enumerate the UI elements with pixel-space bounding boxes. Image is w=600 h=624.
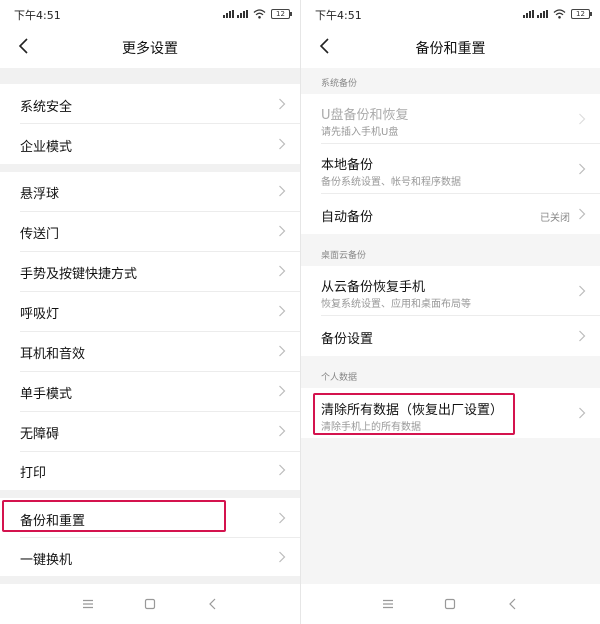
more-settings-screen: 下午4:51 12 更多设置 系统安全 企业模式 悬浮球 传送门 手势及按键快捷…	[0, 0, 300, 624]
menu-item-label: 悬浮球	[20, 187, 60, 202]
chevron-right-icon	[279, 138, 286, 150]
back-icon[interactable]	[505, 596, 521, 612]
nav-bar: 更多设置	[0, 26, 300, 68]
menu-icon[interactable]	[380, 596, 396, 612]
chevron-right-icon	[579, 208, 586, 220]
chevron-right-icon	[279, 345, 286, 357]
chevron-right-icon	[579, 330, 586, 342]
status-icons: 12	[223, 8, 292, 20]
menu-item-subtitle: 备份系统设置、帐号和程序数据	[321, 177, 461, 188]
chevron-right-icon	[279, 305, 286, 317]
menu-item-system-security[interactable]: 系统安全	[0, 84, 300, 124]
menu-item-auto-backup[interactable]: 自动备份 已关闭	[301, 194, 600, 234]
menu-item-one-hand-mode[interactable]: 单手模式	[0, 372, 300, 412]
menu-item-label: 一键换机	[20, 553, 73, 568]
wifi-icon	[553, 9, 566, 19]
signal-icon	[523, 10, 548, 18]
chevron-right-icon	[279, 265, 286, 277]
menu-item-gesture-shortcuts[interactable]: 手势及按键快捷方式	[0, 252, 300, 292]
section-header-system-backup: 系统备份	[301, 68, 600, 94]
menu-item-accessibility[interactable]: 无障碍	[0, 412, 300, 452]
status-icons: 12	[523, 8, 592, 20]
group-gap	[0, 164, 300, 172]
menu-item-label: 无障碍	[20, 427, 60, 442]
signal-icon	[223, 10, 248, 18]
highlight-box	[313, 393, 515, 435]
battery-icon: 12	[271, 9, 292, 19]
back-icon[interactable]	[205, 596, 221, 612]
group-gap	[0, 68, 300, 84]
chevron-right-icon	[579, 163, 586, 175]
menu-item-earphones-sound[interactable]: 耳机和音效	[0, 332, 300, 372]
page-title: 更多设置	[122, 41, 178, 57]
menu-item-label: 呼吸灯	[20, 307, 60, 322]
page-title: 备份和重置	[415, 41, 486, 57]
menu-item-label: 单手模式	[20, 387, 73, 402]
menu-icon[interactable]	[80, 596, 96, 612]
menu-item-label: 本地备份	[321, 158, 374, 173]
status-time: 下午4:51	[14, 9, 61, 22]
home-icon[interactable]	[442, 596, 458, 612]
menu-item-subtitle: 请先插入手机U盘	[321, 127, 399, 138]
menu-item-label: 自动备份	[321, 210, 374, 225]
status-bar: 下午4:51 12	[301, 0, 600, 26]
menu-item-label: 打印	[20, 466, 47, 481]
battery-icon: 12	[571, 9, 592, 19]
chevron-right-icon	[279, 225, 286, 237]
system-nav-bar	[301, 584, 600, 624]
menu-item-label: 传送门	[20, 227, 60, 242]
menu-item-label: 系统安全	[20, 100, 73, 115]
chevron-right-icon	[279, 464, 286, 476]
nav-bar: 备份和重置	[301, 26, 600, 68]
section-header-personal-data: 个人数据	[301, 356, 600, 388]
menu-item-label: 备份设置	[321, 332, 374, 347]
menu-item-floating-ball[interactable]: 悬浮球	[0, 172, 300, 212]
highlight-box	[2, 500, 226, 532]
section-header-label: 系统备份	[321, 79, 358, 89]
menu-item-local-backup[interactable]: 本地备份 备份系统设置、帐号和程序数据	[301, 144, 600, 194]
chevron-right-icon	[279, 385, 286, 397]
status-bar: 下午4:51 12	[0, 0, 300, 26]
menu-item-breathing-light[interactable]: 呼吸灯	[0, 292, 300, 332]
menu-item-label: 耳机和音效	[20, 347, 86, 362]
chevron-right-icon	[279, 98, 286, 110]
menu-item-value: 已关闭	[540, 213, 570, 224]
menu-item-usb-backup[interactable]: U盘备份和恢复 请先插入手机U盘	[301, 94, 600, 144]
backup-reset-screen: 下午4:51 12 备份和重置 系统备份 U盘备份和恢复 请先插入手机U盘 本地…	[301, 0, 600, 624]
menu-item-enterprise-mode[interactable]: 企业模式	[0, 124, 300, 164]
system-nav-bar	[0, 584, 300, 624]
menu-item-portal[interactable]: 传送门	[0, 212, 300, 252]
menu-item-label: 企业模式	[20, 140, 73, 155]
menu-item-subtitle: 恢复系统设置、应用和桌面布局等	[321, 299, 471, 310]
status-time: 下午4:51	[315, 9, 362, 22]
chevron-right-icon	[279, 551, 286, 563]
section-header-label: 桌面云备份	[321, 251, 367, 261]
chevron-right-icon	[279, 512, 286, 524]
menu-item-label: 从云备份恢复手机	[321, 280, 426, 295]
chevron-right-icon	[579, 407, 586, 419]
menu-item-phone-clone[interactable]: 一键换机	[0, 538, 300, 576]
menu-item-label: 手势及按键快捷方式	[20, 267, 138, 282]
chevron-right-icon	[279, 185, 286, 197]
menu-item-restore-from-cloud[interactable]: 从云备份恢复手机 恢复系统设置、应用和桌面布局等	[301, 266, 600, 316]
home-icon[interactable]	[142, 596, 158, 612]
wifi-icon	[253, 9, 266, 19]
chevron-right-icon	[279, 425, 286, 437]
section-header-cloud-backup: 桌面云备份	[301, 234, 600, 266]
menu-item-backup-settings[interactable]: 备份设置	[301, 316, 600, 356]
chevron-right-icon	[579, 113, 586, 125]
group-gap	[0, 490, 300, 498]
menu-item-print[interactable]: 打印	[0, 452, 300, 490]
menu-item-label: U盘备份和恢复	[321, 108, 409, 123]
section-header-label: 个人数据	[321, 373, 358, 383]
chevron-right-icon	[579, 285, 586, 297]
